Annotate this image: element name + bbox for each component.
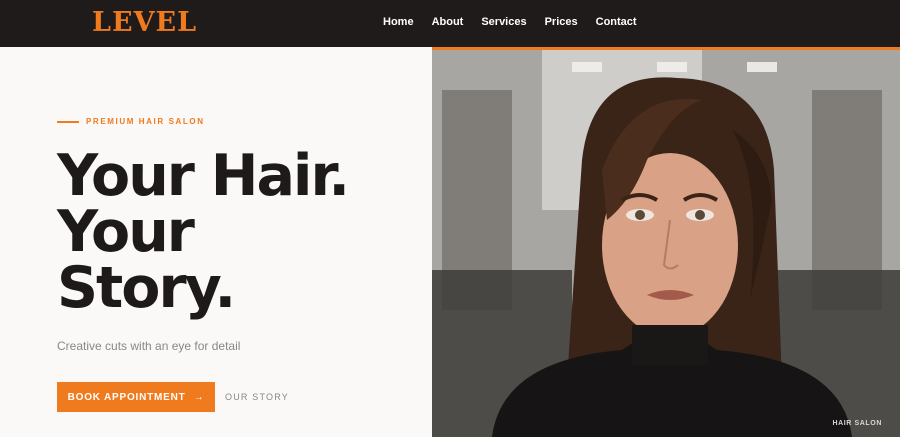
logo[interactable]: LEVEL [92,7,197,38]
woman-portrait-image [432,50,900,437]
nav-item-about[interactable]: About [432,16,464,28]
top-navbar: LEVEL Home About Services Prices Contact [0,0,900,47]
headline-line-2: Your [57,199,195,265]
hero-headline: Your Hair. Your Story. [57,143,350,321]
eyebrow-text: PREMIUM HAIR SALON [86,117,205,126]
hero-photo: HAIR SALON [432,50,900,437]
nav-item-prices[interactable]: Prices [545,16,578,28]
book-appointment-label: BOOK APPOINTMENT [67,391,186,403]
nav-item-home[interactable]: Home [383,16,414,28]
nav-item-contact[interactable]: Contact [596,16,637,28]
book-appointment-button[interactable]: BOOK APPOINTMENT → [57,382,215,412]
eyebrow: PREMIUM HAIR SALON [57,117,205,126]
headline-line-3: Story. [57,255,236,321]
nav-item-services[interactable]: Services [481,16,526,28]
nav-menu: Home About Services Prices Contact [383,16,655,28]
headline-line-1: Your Hair. [57,143,350,209]
eyebrow-line [57,120,79,123]
hero-subtitle: Creative cuts with an eye for detail [57,339,241,353]
our-story-link[interactable]: OUR STORY [225,392,289,402]
arrow-right-icon: → [193,391,205,403]
photo-caption: HAIR SALON [832,420,882,427]
